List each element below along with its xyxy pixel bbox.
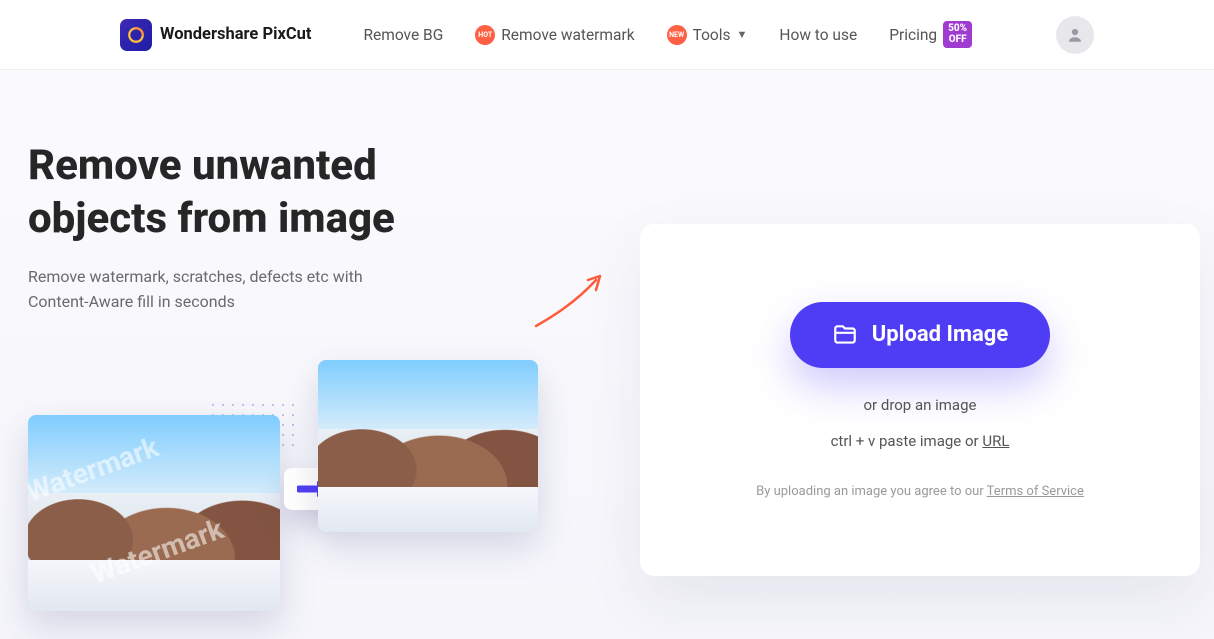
chevron-down-icon: ▼ <box>737 28 748 41</box>
brand[interactable]: Wondershare PixCut <box>120 19 311 51</box>
nav-remove-watermark-label: Remove watermark <box>501 26 634 44</box>
account-avatar-button[interactable] <box>1056 16 1094 54</box>
main-header: Wondershare PixCut Remove BG HOT Remove … <box>0 0 1214 70</box>
hero-title-line1: Remove unwanted <box>28 141 377 190</box>
hero-section: Remove unwanted objects from image Remov… <box>0 70 1214 639</box>
upload-panel: Upload Image or drop an image ctrl + v p… <box>640 224 1200 576</box>
primary-nav: Remove BG HOT Remove watermark NEW Tools… <box>363 21 972 48</box>
before-after-illustration: Watermark Watermark <box>28 360 588 630</box>
nav-tools[interactable]: NEW Tools ▼ <box>667 25 748 45</box>
paste-prefix: ctrl + v paste image or <box>831 432 983 450</box>
nav-remove-watermark[interactable]: HOT Remove watermark <box>475 25 634 45</box>
paste-hint: ctrl + v paste image or URL <box>831 432 1010 450</box>
new-badge-icon: NEW <box>667 25 687 45</box>
brand-logo-icon <box>120 19 152 51</box>
tos-line: By uploading an image you agree to our T… <box>756 484 1084 499</box>
hero-subtitle: Remove watermark, scratches, defects etc… <box>28 265 408 315</box>
terms-of-service-link[interactable]: Terms of Service <box>987 484 1084 499</box>
after-image <box>318 360 538 532</box>
drop-hint: or drop an image <box>831 396 1010 414</box>
upload-button-label: Upload Image <box>872 322 1008 347</box>
url-link[interactable]: URL <box>982 432 1009 450</box>
hero-title-line2: objects from image <box>28 194 395 243</box>
nav-how-to-use[interactable]: How to use <box>779 26 857 44</box>
discount-badge: 50% OFF <box>943 21 972 48</box>
tos-prefix: By uploading an image you agree to our <box>756 484 987 499</box>
nav-pricing-label: Pricing <box>889 26 937 44</box>
folder-icon <box>832 322 858 348</box>
nav-tools-label: Tools <box>693 26 731 44</box>
before-image: Watermark Watermark <box>28 415 280 611</box>
nav-remove-bg[interactable]: Remove BG <box>363 26 443 44</box>
curved-arrow-icon <box>530 270 610 330</box>
upload-image-button[interactable]: Upload Image <box>790 302 1050 368</box>
brand-name: Wondershare PixCut <box>160 25 311 44</box>
hot-badge-icon: HOT <box>475 25 495 45</box>
user-icon <box>1066 26 1084 44</box>
nav-pricing[interactable]: Pricing 50% OFF <box>889 21 972 48</box>
